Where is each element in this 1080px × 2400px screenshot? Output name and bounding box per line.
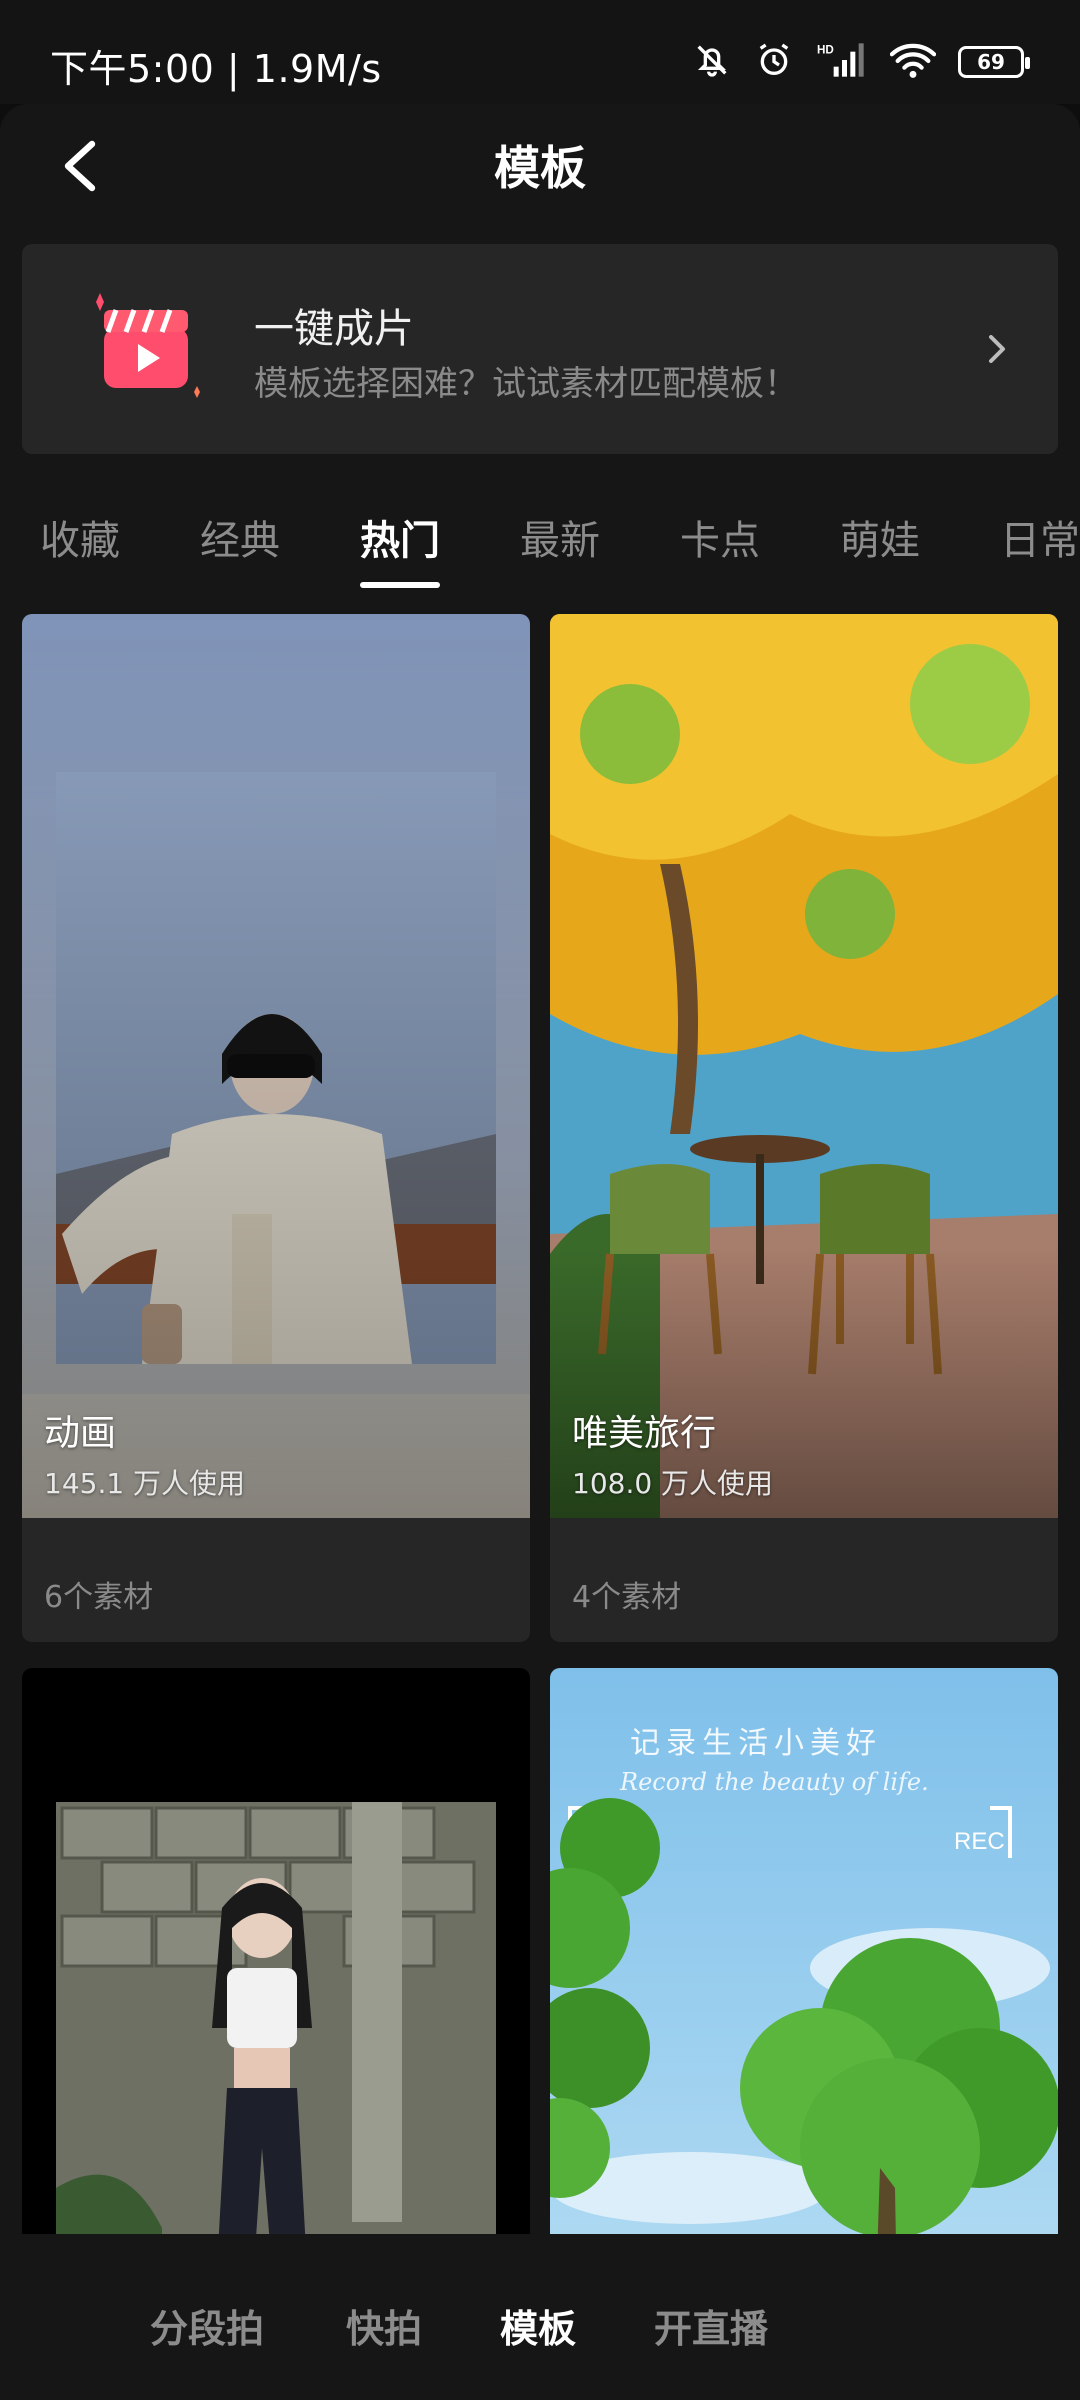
template-material-count: 4个素材 bbox=[572, 1580, 682, 1615]
active-tab-indicator bbox=[360, 582, 440, 588]
status-time-speed: 下午5:00 | 1.9M/s bbox=[50, 47, 382, 91]
movie-clapper-icon bbox=[86, 290, 216, 410]
template-thumbnail bbox=[22, 614, 530, 1518]
nav-go-live[interactable]: 开直播 bbox=[654, 2298, 768, 2353]
template-usage-count: 145.1 万人使用 bbox=[44, 1467, 246, 1500]
tab-favorites[interactable]: 收藏 bbox=[40, 508, 120, 566]
promo-title: 一键成片 bbox=[254, 306, 414, 352]
template-title: 动画 bbox=[44, 1413, 117, 1454]
nav-quick-shoot[interactable]: 快拍 bbox=[346, 2298, 422, 2353]
svg-text:HD: HD bbox=[817, 43, 834, 56]
mute-notification-icon bbox=[692, 40, 732, 84]
nav-segment-shoot[interactable]: 分段拍 bbox=[150, 2298, 264, 2353]
tab-daily[interactable]: 日常 bbox=[1000, 508, 1080, 566]
one-click-promo-banner[interactable]: 一键成片 模板选择困难？试试素材匹配模板！ bbox=[22, 244, 1058, 454]
page-title: 模板 bbox=[494, 141, 586, 195]
chevron-right-icon bbox=[972, 324, 1022, 374]
tab-beat[interactable]: 卡点 bbox=[680, 508, 760, 566]
template-title: 唯美旅行 bbox=[572, 1413, 717, 1454]
tab-baby[interactable]: 萌娃 bbox=[840, 508, 920, 566]
header: 模板 bbox=[0, 104, 1080, 224]
template-sheet: 模板 一键成片 模板选择困难？试试素材匹配模板！ 收藏 经典 热门 最新 卡点 … bbox=[0, 104, 1080, 2234]
template-usage-count: 108.0 万人使用 bbox=[572, 1467, 774, 1500]
template-card[interactable]: 唯美旅行 108.0 万人使用 4个素材 bbox=[550, 614, 1058, 1642]
category-tabs: 收藏 经典 热门 最新 卡点 萌娃 日常 bbox=[0, 484, 1080, 594]
signal-hd-icon: HD bbox=[816, 40, 868, 84]
alarm-icon bbox=[754, 40, 794, 84]
wifi-icon bbox=[889, 40, 937, 84]
battery-icon: 69 bbox=[958, 46, 1030, 78]
template-card[interactable] bbox=[22, 1668, 530, 2234]
tab-classic[interactable]: 经典 bbox=[200, 508, 280, 566]
bottom-navigation: 分段拍 快拍 模板 开直播 bbox=[0, 2234, 1080, 2400]
template-card[interactable]: 记录生活小美好 Record the beauty of life. REC bbox=[550, 1668, 1058, 2234]
nav-template[interactable]: 模板 bbox=[500, 2298, 576, 2353]
template-thumbnail bbox=[550, 614, 1058, 1518]
rec-label: REC bbox=[954, 1828, 1005, 1855]
tab-hot[interactable]: 热门 bbox=[360, 508, 440, 566]
status-bar: 下午5:00 | 1.9M/s HD 69 bbox=[0, 0, 1080, 104]
overlay-subcaption: Record the beauty of life. bbox=[620, 1768, 929, 1796]
overlay-caption: 记录生活小美好 bbox=[630, 1726, 882, 1761]
template-material-count: 6个素材 bbox=[44, 1580, 154, 1615]
template-thumbnail bbox=[22, 1668, 530, 2234]
template-thumbnail: 记录生活小美好 Record the beauty of life. REC bbox=[550, 1668, 1058, 2234]
status-icons: HD 69 bbox=[692, 40, 1030, 84]
promo-subtitle: 模板选择困难？试试素材匹配模板！ bbox=[254, 364, 798, 404]
template-card[interactable]: 动画 145.1 万人使用 6个素材 bbox=[22, 614, 530, 1642]
tab-latest[interactable]: 最新 bbox=[520, 508, 600, 566]
